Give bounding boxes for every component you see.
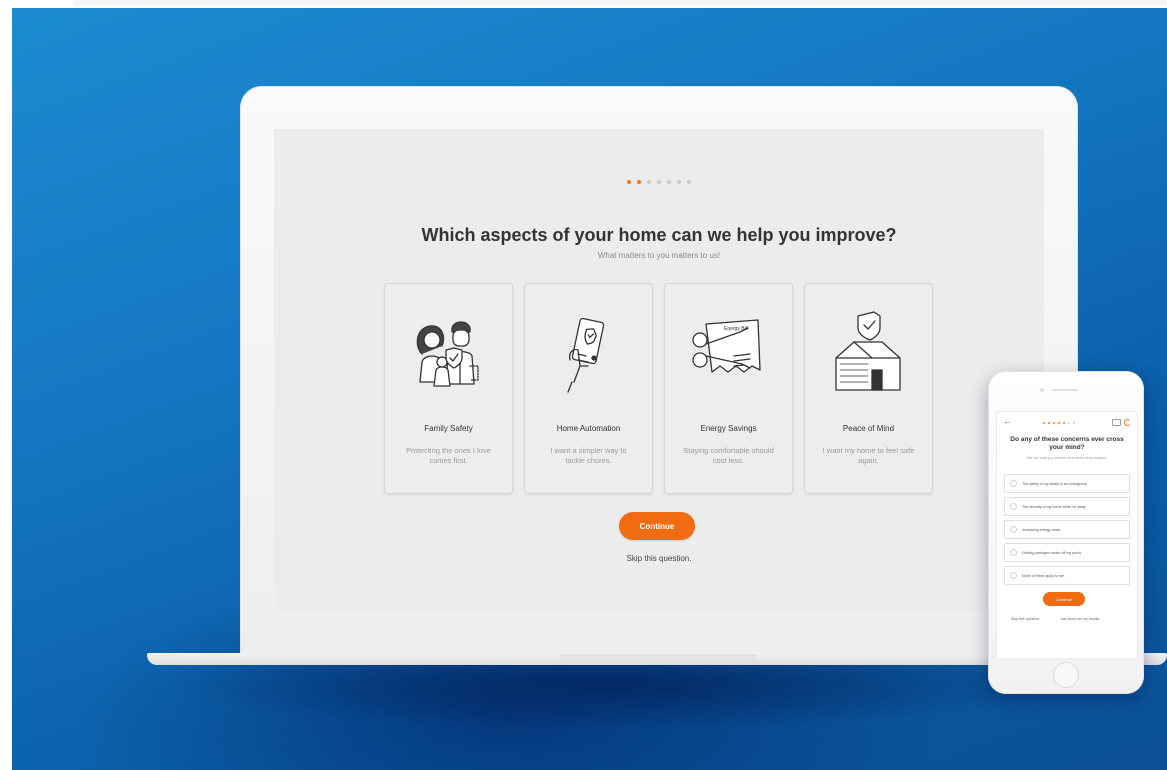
phone-camera: [1040, 388, 1044, 392]
radio-icon[interactable]: [1010, 480, 1017, 487]
card-description: I want a simpler way to tackle chores.: [550, 446, 627, 465]
back-arrow-icon[interactable]: ←: [1003, 416, 1012, 426]
card-description: Staying comfortable should cost less.: [683, 446, 774, 465]
house-shield-icon: [835, 311, 901, 391]
continue-button[interactable]: Continue: [619, 512, 695, 540]
progress-dot: [657, 180, 661, 184]
list-item[interactable]: Getting packages stolen off my porch.: [1004, 543, 1130, 562]
page-title: Which aspects of your home can we help y…: [421, 225, 897, 245]
radio-icon[interactable]: [1010, 549, 1017, 556]
laptop-screen: Which aspects of your home can we help y…: [274, 129, 1044, 610]
phone-hand-icon: [567, 317, 605, 393]
progress-dot: [1043, 422, 1045, 424]
phone-speaker: [1052, 389, 1078, 391]
card-family-safety[interactable]: Family Safety Protecting the ones I love…: [384, 283, 513, 494]
progress-dot: [627, 180, 631, 184]
progress-dot: [667, 180, 671, 184]
page-subtitle: What matters to you matters to us!: [597, 251, 721, 260]
list-item[interactable]: Increasing energy costs.: [1004, 520, 1130, 539]
progress-dot: [637, 180, 641, 184]
laptop-notch: [560, 654, 756, 660]
left-margin: [0, 0, 12, 770]
list-item[interactable]: The security of my home while I'm away.: [1004, 497, 1130, 516]
phone-device: ← Do any of these concerns ever cross yo…: [988, 371, 1144, 694]
progress-dot: [677, 180, 681, 184]
phone-title: Do any of these concerns ever cross your…: [1010, 436, 1124, 451]
phone-subtitle: We can help you prevent them before they…: [1027, 456, 1107, 460]
option-cards: Family Safety Protecting the ones I love…: [384, 283, 933, 494]
progress-dots: [274, 180, 1044, 184]
list-item[interactable]: None of these apply to me.: [1004, 566, 1130, 585]
show-results-link[interactable]: Just show me my results.: [1060, 617, 1100, 621]
home-button[interactable]: [1053, 662, 1079, 688]
progress-dot: [647, 180, 651, 184]
phone-progress-dots: [1043, 422, 1075, 424]
card-title: Peace of Mind: [842, 424, 895, 433]
progress-dot: [687, 180, 691, 184]
phone-screen: ← Do any of these concerns ever cross yo…: [996, 411, 1138, 659]
list-item[interactable]: The safety of my family in an emergency.: [1004, 474, 1130, 493]
phone-skip-link[interactable]: Skip this question.: [1011, 617, 1040, 621]
radio-icon[interactable]: [1010, 503, 1017, 510]
option-label: The security of my home while I'm away.: [1022, 504, 1087, 509]
progress-dot: [1063, 422, 1065, 424]
energy-bill-scissors-icon: Energy Bill: [692, 319, 761, 373]
phone-header-icons: [1112, 419, 1131, 426]
card-description: Protecting the ones I love comes first.: [406, 446, 491, 465]
progress-dot: [1073, 422, 1075, 424]
radio-icon[interactable]: [1010, 572, 1017, 579]
progress-dot: [1068, 422, 1070, 424]
progress-dot: [1053, 422, 1055, 424]
option-label: Increasing energy costs.: [1022, 527, 1061, 532]
card-energy-savings[interactable]: Energy Bill Energy Savings Staying comfo…: [664, 283, 793, 494]
family-icon: [416, 321, 479, 387]
radio-icon[interactable]: [1010, 526, 1017, 533]
card-home-automation[interactable]: Home Automation I want a simpler way to …: [524, 283, 653, 494]
card-description: I want my home to feel safe again.: [822, 446, 915, 465]
phone-call-icon[interactable]: [1124, 419, 1131, 426]
top-strip: [74, 0, 1167, 6]
phone-options: The safety of my family in an emergency.…: [1004, 474, 1130, 589]
card-peace-of-mind[interactable]: Peace of Mind I want my home to feel saf…: [804, 283, 933, 494]
progress-dot: [1048, 422, 1050, 424]
chat-icon[interactable]: [1112, 419, 1121, 426]
phone-continue-button[interactable]: Continue: [1043, 592, 1085, 606]
card-title: Home Automation: [556, 424, 621, 433]
card-title: Energy Savings: [700, 424, 757, 433]
option-label: None of these apply to me.: [1022, 573, 1065, 578]
skip-question-link[interactable]: Skip this question.: [274, 554, 1044, 563]
card-title: Family Safety: [424, 424, 473, 433]
option-label: The safety of my family in an emergency.: [1022, 481, 1088, 486]
energy-bill-label: Energy Bill: [724, 326, 748, 332]
progress-dot: [1058, 422, 1060, 424]
option-label: Getting packages stolen off my porch.: [1022, 550, 1083, 555]
